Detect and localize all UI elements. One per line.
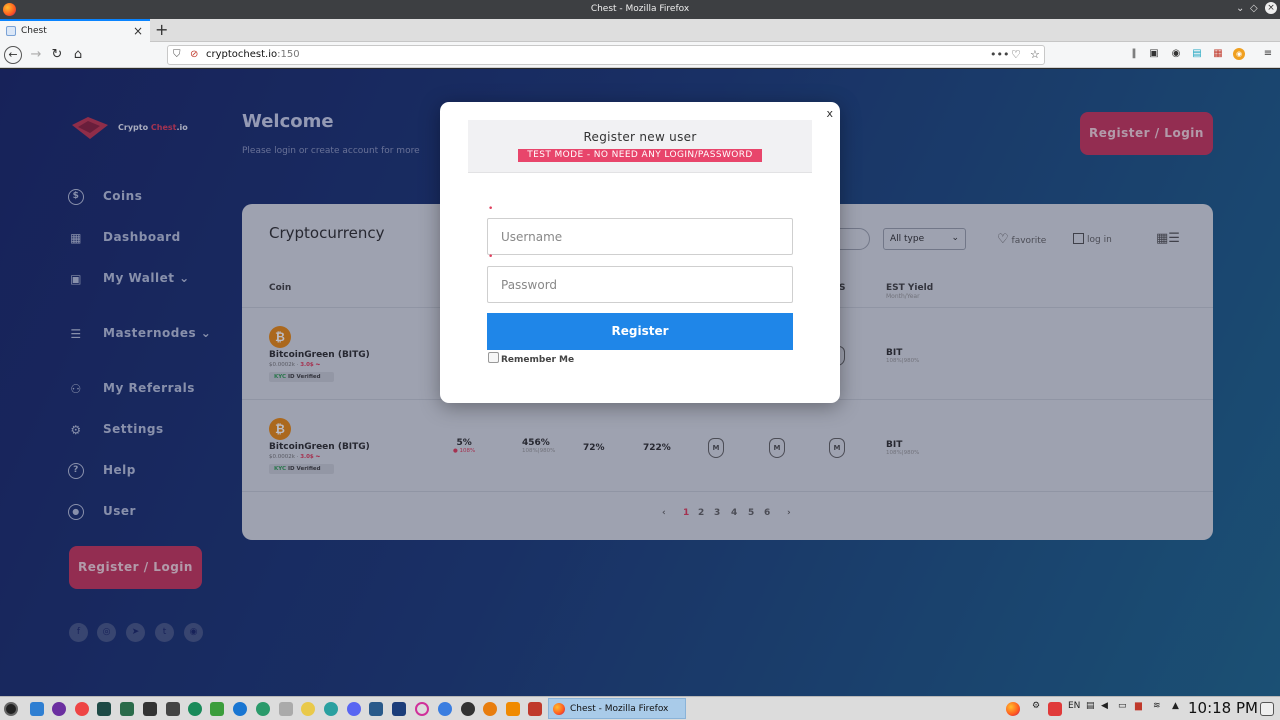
navigation-bar: ← → ↻ ⌂ ⛉ ⊘ cryptochest.io:150 ••• ♡ ☆ ‖… [0, 42, 1280, 68]
pocket-icon[interactable]: ♡ [1011, 48, 1021, 61]
vlc-icon[interactable] [506, 702, 520, 716]
extension-save-icon[interactable]: ▤ [1191, 48, 1203, 60]
app-notes-icon[interactable] [210, 702, 224, 716]
app-red-icon[interactable] [528, 702, 542, 716]
modal-header: Register new user TEST MODE - NO NEED AN… [468, 120, 812, 173]
insecure-lock-icon[interactable]: ⊘ [190, 49, 198, 60]
app-window-icon[interactable] [369, 702, 383, 716]
shield-icon[interactable]: ⛉ [173, 49, 181, 60]
app-chat-icon[interactable] [438, 702, 452, 716]
app-monitor-icon[interactable] [166, 702, 180, 716]
chrome-icon[interactable] [75, 702, 89, 716]
discord-icon[interactable] [347, 702, 361, 716]
sidebar-icon[interactable]: ▣ [1148, 48, 1160, 60]
volume-icon[interactable]: ◀ [1101, 701, 1108, 711]
home-icon[interactable]: ⌂ [69, 46, 87, 64]
blender-icon[interactable] [483, 702, 497, 716]
app-cyan-icon[interactable] [324, 702, 338, 716]
tab-label: Chest [21, 26, 47, 36]
keyboard-layout[interactable]: EN [1068, 701, 1080, 711]
register-modal: x Register new user TEST MODE - NO NEED … [440, 102, 840, 403]
url-bar[interactable]: ⛉ ⊘ cryptochest.io:150 ••• ♡ ☆ [167, 45, 1045, 65]
window-title: Chest - Mozilla Firefox [590, 4, 690, 14]
firefox-icon [553, 703, 565, 715]
modal-title: Register new user [583, 130, 697, 144]
extension-orange-icon[interactable]: ◉ [1233, 48, 1245, 60]
app-emoji-icon[interactable] [301, 702, 315, 716]
app-ring-icon[interactable] [415, 702, 429, 716]
tray-expand-icon[interactable]: ▲ [1172, 701, 1179, 711]
app-green-icon[interactable] [120, 702, 134, 716]
page-actions-icon[interactable]: ••• [990, 48, 1009, 61]
clock[interactable]: 10:18 PM [1188, 699, 1258, 717]
taskbar-firefox-task[interactable]: Chest - Mozilla Firefox [548, 698, 686, 719]
app-launcher-icon[interactable] [4, 702, 18, 716]
required-indicator: • [488, 252, 494, 262]
menu-icon[interactable]: ≡ [1262, 48, 1274, 60]
headphones-icon[interactable] [461, 702, 475, 716]
page-favicon-icon [6, 26, 16, 36]
app-bird-icon[interactable] [279, 702, 293, 716]
show-desktop-icon[interactable] [1260, 702, 1274, 716]
app-purple-icon[interactable] [52, 702, 66, 716]
library-icon[interactable]: ‖ [1128, 48, 1140, 60]
clipboard-icon[interactable]: ▤ [1086, 701, 1095, 711]
close-tab-icon[interactable]: × [133, 24, 143, 38]
extension-new-icon[interactable]: ▦ [1212, 48, 1224, 60]
close-modal-button[interactable]: x [826, 107, 833, 120]
taskbar: Chest - Mozilla Firefox ⚙ EN ▤ ◀ ▭ ▆ ≋ ▲… [0, 696, 1280, 720]
forward-icon[interactable]: → [27, 46, 45, 64]
tray-firefox-icon[interactable] [1006, 702, 1020, 716]
remember-me[interactable]: Remember Me [488, 352, 574, 365]
vscode-icon[interactable] [392, 702, 406, 716]
task-label: Chest - Mozilla Firefox [570, 704, 669, 714]
maximize-icon[interactable]: ◇ [1250, 3, 1258, 14]
us-flag-icon[interactable]: ▆ [1135, 701, 1142, 711]
battery-icon[interactable]: ▭ [1118, 701, 1127, 711]
tab-bar: Chest × + [0, 19, 1280, 42]
new-tab-icon[interactable]: + [155, 20, 168, 39]
app-blue-icon[interactable] [233, 702, 247, 716]
close-window-icon[interactable]: × [1265, 2, 1277, 14]
password-input[interactable]: Password [487, 266, 793, 303]
file-manager-icon[interactable] [30, 702, 44, 716]
tab-chest[interactable]: Chest × [0, 19, 150, 42]
url-text[interactable]: cryptochest.io:150 [206, 49, 300, 60]
tray-settings-icon[interactable]: ⚙ [1032, 701, 1040, 711]
app-dark-icon[interactable] [143, 702, 157, 716]
page-viewport: Crypto Chest.io $ Coins ▦ Dashboard ▣ My… [0, 69, 1280, 696]
minimize-icon[interactable]: ⌄ [1236, 3, 1244, 14]
account-icon[interactable]: ◉ [1170, 48, 1182, 60]
tray-anydesk-icon[interactable] [1048, 702, 1062, 716]
wifi-icon[interactable]: ≋ [1153, 701, 1161, 711]
window-titlebar: Chest - Mozilla Firefox ⌄ ◇ × [0, 0, 1280, 19]
remember-me-checkbox[interactable] [488, 352, 499, 363]
app-teal-icon[interactable] [188, 702, 202, 716]
remember-me-label: Remember Me [501, 355, 575, 365]
register-button[interactable]: Register [487, 313, 793, 350]
terminal-icon[interactable] [97, 702, 111, 716]
app-network-icon[interactable] [256, 702, 270, 716]
bookmark-star-icon[interactable]: ☆ [1030, 48, 1040, 61]
back-icon[interactable]: ← [4, 46, 22, 64]
required-indicator: • [488, 204, 494, 214]
test-mode-badge: TEST MODE - NO NEED ANY LOGIN/PASSWORD [518, 149, 762, 162]
reload-icon[interactable]: ↻ [48, 46, 66, 64]
username-input[interactable]: Username [487, 218, 793, 255]
